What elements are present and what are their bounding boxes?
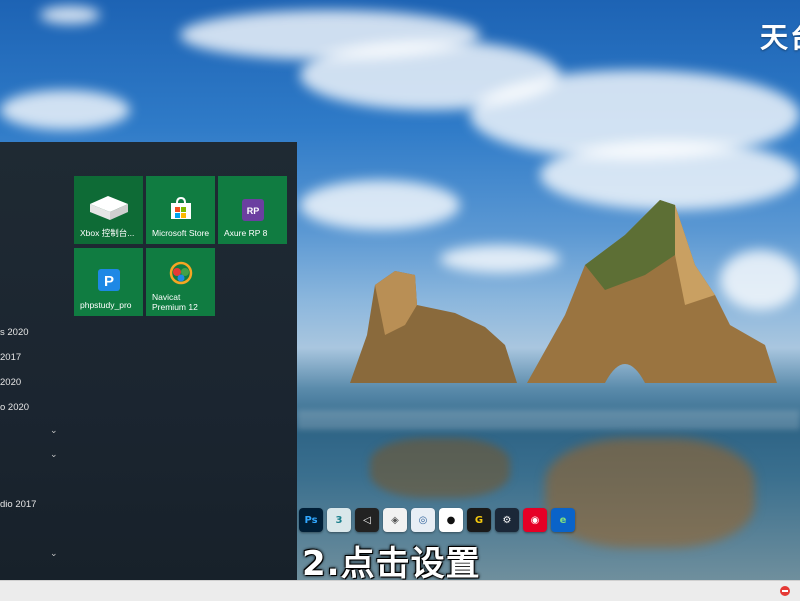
edge-icon[interactable]: e <box>551 508 575 532</box>
qq-icon[interactable]: ● <box>439 508 463 532</box>
chevron-down-icon[interactable]: ⌄ <box>50 548 58 559</box>
rock-reflection <box>545 438 755 548</box>
chevron-down-icon[interactable]: ⌄ <box>50 449 58 460</box>
rock-reflection <box>370 438 510 498</box>
app-list-item[interactable]: 2020 <box>0 377 21 388</box>
navicat-icon <box>169 261 192 285</box>
app-list-item[interactable]: o 2020 <box>0 402 29 413</box>
brand-watermark: 天台 <box>760 21 800 54</box>
steam-icon[interactable]: ⚙ <box>495 508 519 532</box>
app-list-item[interactable]: 2017 <box>0 352 21 363</box>
axure-rp-icon: RP <box>241 199 264 221</box>
tile-axure-rp[interactable]: RP Axure RP 8 <box>218 176 287 244</box>
start-menu[interactable]: Xbox 控制台... Microsoft Store RP Axure RP … <box>0 142 297 580</box>
svg-text:P: P <box>103 273 113 290</box>
cloud <box>0 90 130 130</box>
store-icon <box>170 196 191 219</box>
g-app-icon[interactable]: G <box>467 508 491 532</box>
photoshop-icon[interactable]: Ps <box>299 508 323 532</box>
step-caption: 2.点击设置 <box>302 544 481 584</box>
small-sea-stack <box>350 271 517 383</box>
3dsmax-icon[interactable]: 3 <box>327 508 351 532</box>
tile-label: Microsoft Store <box>152 228 210 238</box>
xbox-console-icon <box>89 196 128 220</box>
tile-label: Xbox 控制台... <box>80 228 135 238</box>
tile-phpstudy[interactable]: P phpstudy_pro <box>74 248 143 316</box>
app-list-item[interactable]: dio 2017 <box>0 499 36 510</box>
tile-microsoft-store[interactable]: Microsoft Store <box>146 176 215 244</box>
svg-text:RP: RP <box>246 206 259 216</box>
netease-music-icon[interactable]: ◉ <box>523 508 547 532</box>
taskbar <box>0 580 800 601</box>
tray-notification-icon[interactable] <box>778 584 792 598</box>
cloud <box>40 6 100 24</box>
unity-icon[interactable]: ◁ <box>355 508 379 532</box>
globe-app-icon[interactable]: ◎ <box>411 508 435 532</box>
arch-sea-stack <box>527 200 777 383</box>
app-list-item[interactable]: s 2020 <box>0 327 29 338</box>
drop-app-icon[interactable]: ◈ <box>383 508 407 532</box>
sea-shine <box>297 410 800 430</box>
app-icon-strip: Ps 3 ◁ ◈ ◎ ● G ⚙ ◉ e <box>299 508 575 536</box>
tile-label: Navicat Premium 12 <box>152 292 198 312</box>
chevron-down-icon[interactable]: ⌄ <box>50 425 58 436</box>
tile-navicat[interactable]: Navicat Premium 12 <box>146 248 215 316</box>
cloud <box>300 180 460 230</box>
tile-label: Axure RP 8 <box>224 228 268 238</box>
tile-label: phpstudy_pro <box>80 300 132 310</box>
phpstudy-icon: P <box>97 269 120 291</box>
tile-xbox-console[interactable]: Xbox 控制台... <box>74 176 143 244</box>
